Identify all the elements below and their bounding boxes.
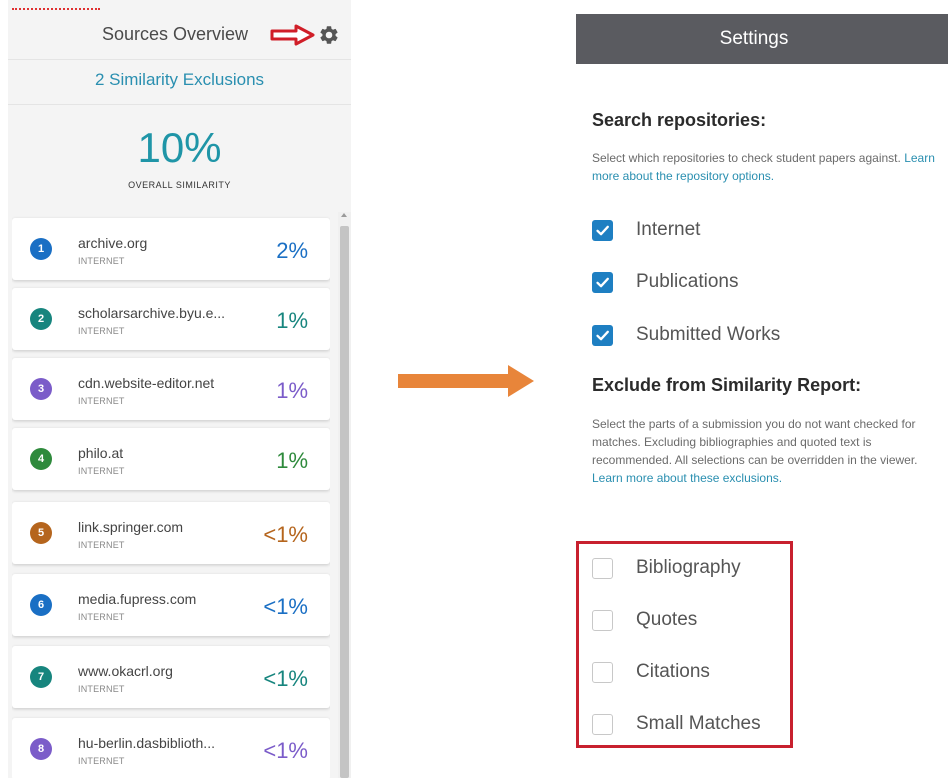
source-number-badge: 8 <box>30 738 52 760</box>
overall-similarity-value: 10% <box>137 124 222 171</box>
source-type: INTERNET <box>78 396 125 406</box>
checkbox-label: Publications <box>636 271 739 292</box>
source-name: archive.org <box>78 235 148 251</box>
source-percent: <1% <box>263 738 308 763</box>
source-percent: 2% <box>276 238 308 263</box>
source-number-badge: 2 <box>30 308 52 330</box>
checkbox-label: Small Matches <box>636 713 761 734</box>
exclude-description: Select the parts of a submission you do … <box>592 415 942 487</box>
exclusions-learn-more-link[interactable]: Learn more about these exclusions. <box>592 471 782 485</box>
source-type: INTERNET <box>78 612 125 622</box>
source-card[interactable]: 2 scholarsarchive.byu.e... INTERNET 1% <box>12 288 330 350</box>
checkbox-checked-icon[interactable] <box>592 272 613 293</box>
source-number-badge: 6 <box>30 594 52 616</box>
checkbox-label: Bibliography <box>636 557 741 578</box>
search-repositories-heading: Search repositories: <box>592 110 767 130</box>
source-card[interactable]: 3 cdn.website-editor.net INTERNET 1% <box>12 358 330 420</box>
source-percent: 1% <box>276 308 308 333</box>
source-name: media.fupress.com <box>78 591 197 607</box>
checkbox-checked-icon[interactable] <box>592 325 613 346</box>
annotation-arrow-icon <box>270 24 315 46</box>
scrollbar-thumb[interactable] <box>340 226 349 778</box>
source-number-badge: 7 <box>30 666 52 688</box>
source-type: INTERNET <box>78 466 125 476</box>
repositories-description: Select which repositories to check stude… <box>592 149 942 185</box>
checkbox-unchecked-icon[interactable] <box>592 558 613 579</box>
source-name: link.springer.com <box>78 519 184 535</box>
source-percent: <1% <box>263 522 308 547</box>
source-number-badge: 5 <box>30 522 52 544</box>
source-card[interactable]: 4 philo.at INTERNET 1% <box>12 428 330 490</box>
checkbox-label: Internet <box>636 219 701 240</box>
source-percent: 1% <box>276 378 308 403</box>
checkbox-small-matches[interactable]: Small Matches <box>592 711 892 737</box>
source-card[interactable]: 6 media.fupress.com INTERNET <1% <box>12 574 330 636</box>
source-name: hu-berlin.dasbiblioth... <box>78 735 215 751</box>
source-number-badge: 3 <box>30 378 52 400</box>
source-type: INTERNET <box>78 756 125 766</box>
right-arrow-icon <box>398 365 534 397</box>
source-number-badge: 4 <box>30 448 52 470</box>
checkbox-quotes[interactable]: Quotes <box>592 607 892 633</box>
exclude-heading: Exclude from Similarity Report: <box>592 375 862 395</box>
sources-list: 1 archive.org INTERNET 2% 2 scholarsarch… <box>12 212 330 778</box>
source-card[interactable]: 5 link.springer.com INTERNET <1% <box>12 502 330 564</box>
checkbox-citations[interactable]: Citations <box>592 659 892 685</box>
source-card[interactable]: 1 archive.org INTERNET 2% <box>12 218 330 280</box>
checkbox-label: Submitted Works <box>636 324 781 345</box>
source-percent: <1% <box>263 594 308 619</box>
overall-similarity-label: OVERALL SIMILARITY <box>128 180 231 190</box>
source-card[interactable]: 8 hu-berlin.dasbiblioth... INTERNET <1% <box>12 718 330 778</box>
source-card[interactable]: 7 www.okacrl.org INTERNET <1% <box>12 646 330 708</box>
source-type: INTERNET <box>78 540 125 550</box>
source-percent: <1% <box>263 666 308 691</box>
checkbox-label: Quotes <box>636 609 698 630</box>
source-type: INTERNET <box>78 326 125 336</box>
panel-header: Sources Overview <box>8 14 351 60</box>
gear-icon[interactable] <box>318 24 340 46</box>
checkbox-label: Citations <box>636 661 710 682</box>
source-percent: 1% <box>276 448 308 473</box>
source-number-badge: 1 <box>30 238 52 260</box>
scroll-up-icon[interactable] <box>341 213 347 217</box>
source-name: www.okacrl.org <box>78 663 173 679</box>
sources-overview-panel: Sources Overview 2 Similarity Exclusions… <box>8 0 351 778</box>
panel-title: Sources Overview <box>102 24 249 44</box>
checkbox-submitted-works[interactable]: Submitted Works <box>592 322 892 348</box>
checkbox-checked-icon[interactable] <box>592 220 613 241</box>
source-type: INTERNET <box>78 684 125 694</box>
repositories-description-text: Select which repositories to check stude… <box>592 151 901 165</box>
exclude-description-text: Select the parts of a submission you do … <box>592 417 918 467</box>
checkbox-unchecked-icon[interactable] <box>592 714 613 735</box>
checkbox-unchecked-icon[interactable] <box>592 662 613 683</box>
source-type: INTERNET <box>78 256 125 266</box>
checkbox-bibliography[interactable]: Bibliography <box>592 555 892 581</box>
source-name: scholarsarchive.byu.e... <box>78 305 226 321</box>
annotation-dotted-line <box>12 8 100 10</box>
checkbox-unchecked-icon[interactable] <box>592 610 613 631</box>
divider <box>8 104 351 105</box>
source-name: philo.at <box>78 445 124 461</box>
similarity-exclusions-link[interactable]: 2 Similarity Exclusions <box>8 70 351 90</box>
settings-title: Settings <box>719 28 789 49</box>
settings-header: Settings <box>576 14 948 64</box>
checkbox-internet[interactable]: Internet <box>592 217 892 243</box>
checkbox-publications[interactable]: Publications <box>592 269 892 295</box>
source-name: cdn.website-editor.net <box>78 375 215 391</box>
